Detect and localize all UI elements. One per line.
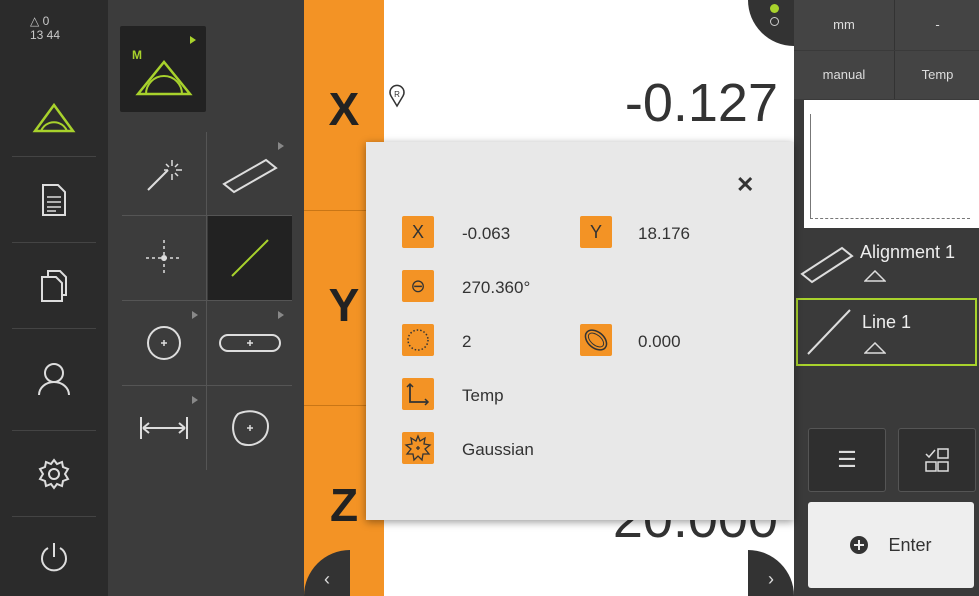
slot-tool[interactable]: [208, 301, 292, 385]
y-coordinate-icon: Y: [580, 216, 612, 248]
warning-triangle-icon: △: [30, 14, 40, 28]
user-menu-button[interactable]: [0, 330, 108, 428]
measure-icon: [864, 342, 886, 354]
point-tool[interactable]: [122, 216, 206, 300]
form-error-icon: [580, 324, 612, 356]
circle-tool[interactable]: [122, 301, 206, 385]
clock: 13 44: [30, 28, 61, 42]
blob-tool[interactable]: [208, 386, 292, 470]
measure-menu-button[interactable]: [0, 80, 108, 154]
close-icon[interactable]: ✕: [736, 172, 754, 198]
feature-details-dialog: ✕ X -0.063 Y 18.176 ⊖ 270.360° 2 0.000 T…: [366, 142, 794, 520]
settings-icon: [38, 458, 70, 490]
feature-item-alignment[interactable]: Alignment 1: [794, 232, 979, 294]
angle-icon: ⊖: [402, 270, 434, 302]
distance-tool[interactable]: [122, 386, 206, 470]
svg-text:R: R: [394, 90, 400, 99]
feature-item-line[interactable]: Line 1: [796, 298, 977, 366]
grid-view-icon: [925, 448, 949, 472]
y-value: 18.176: [638, 224, 690, 243]
blob-icon: [232, 410, 270, 446]
coord-system-selector[interactable]: Temp: [894, 51, 979, 99]
tool-palette: M: [108, 0, 304, 596]
line-icon: [231, 239, 269, 277]
unit-selector[interactable]: mm: [794, 0, 894, 50]
enter-button[interactable]: Enter: [808, 502, 974, 588]
angle-value: 270.360°: [462, 278, 531, 297]
auto-detect-icon: [147, 160, 182, 191]
files-menu-button[interactable]: [0, 244, 108, 328]
circle-icon: [147, 326, 181, 360]
status-area: △ 0 13 44: [30, 14, 60, 42]
feature-name: Alignment 1: [860, 242, 956, 262]
measure-icon: [135, 60, 193, 96]
line-slot-tool[interactable]: [208, 132, 292, 216]
settings-menu-button[interactable]: [0, 432, 108, 516]
list-view-button[interactable]: ☰: [808, 428, 886, 492]
unit-right-selector[interactable]: -: [894, 0, 979, 50]
power-button[interactable]: [0, 518, 108, 596]
chevron-right-icon: ›: [768, 569, 774, 589]
enter-label: Enter: [888, 534, 932, 555]
point-icon: [146, 240, 182, 276]
distance-icon: [140, 417, 188, 439]
axis-label-x: X: [328, 83, 360, 135]
protocol-icon: [42, 184, 66, 216]
form-error-value: 0.000: [638, 332, 681, 351]
protocol-menu-button[interactable]: [0, 158, 108, 242]
warning-count: 0: [42, 14, 50, 28]
plus-circle-icon: [850, 536, 869, 554]
power-icon: [41, 543, 67, 572]
coord-system-icon: [402, 378, 434, 410]
reference-system-value: Temp: [462, 386, 504, 405]
user-icon: [38, 363, 70, 396]
measure-mode-button[interactable]: M: [120, 26, 206, 112]
grid-view-button[interactable]: [898, 428, 976, 492]
measure-icon: [864, 270, 886, 282]
files-icon: [41, 270, 67, 302]
line-icon: [807, 309, 851, 355]
measure-icon: [32, 102, 76, 133]
point-count: 2: [462, 332, 472, 351]
inspector-panel: mm - manual Temp Alignment 1 Line 1 ☰ En…: [787, 0, 979, 596]
x-readout: -0.127: [624, 73, 778, 133]
line-slot-icon: [222, 158, 278, 194]
chevron-left-icon: ‹: [324, 569, 330, 589]
slot-icon: [219, 334, 281, 352]
line-slot-icon: [800, 246, 854, 284]
mode-selector[interactable]: manual: [794, 51, 894, 99]
filter-icon: [402, 432, 434, 464]
reference-icon: R: [389, 84, 405, 108]
points-count-icon: [402, 324, 434, 356]
preview-view: [804, 100, 979, 228]
main-menu: △ 0 13 44: [0, 0, 108, 596]
line-tool[interactable]: [208, 216, 292, 300]
auto-detect-tool[interactable]: [122, 132, 206, 216]
filter-value: Gaussian: [462, 440, 534, 459]
list-icon: ☰: [837, 447, 857, 472]
feature-name: Line 1: [862, 312, 912, 332]
x-coordinate-icon: X: [402, 216, 434, 248]
x-value: -0.063: [462, 224, 511, 243]
